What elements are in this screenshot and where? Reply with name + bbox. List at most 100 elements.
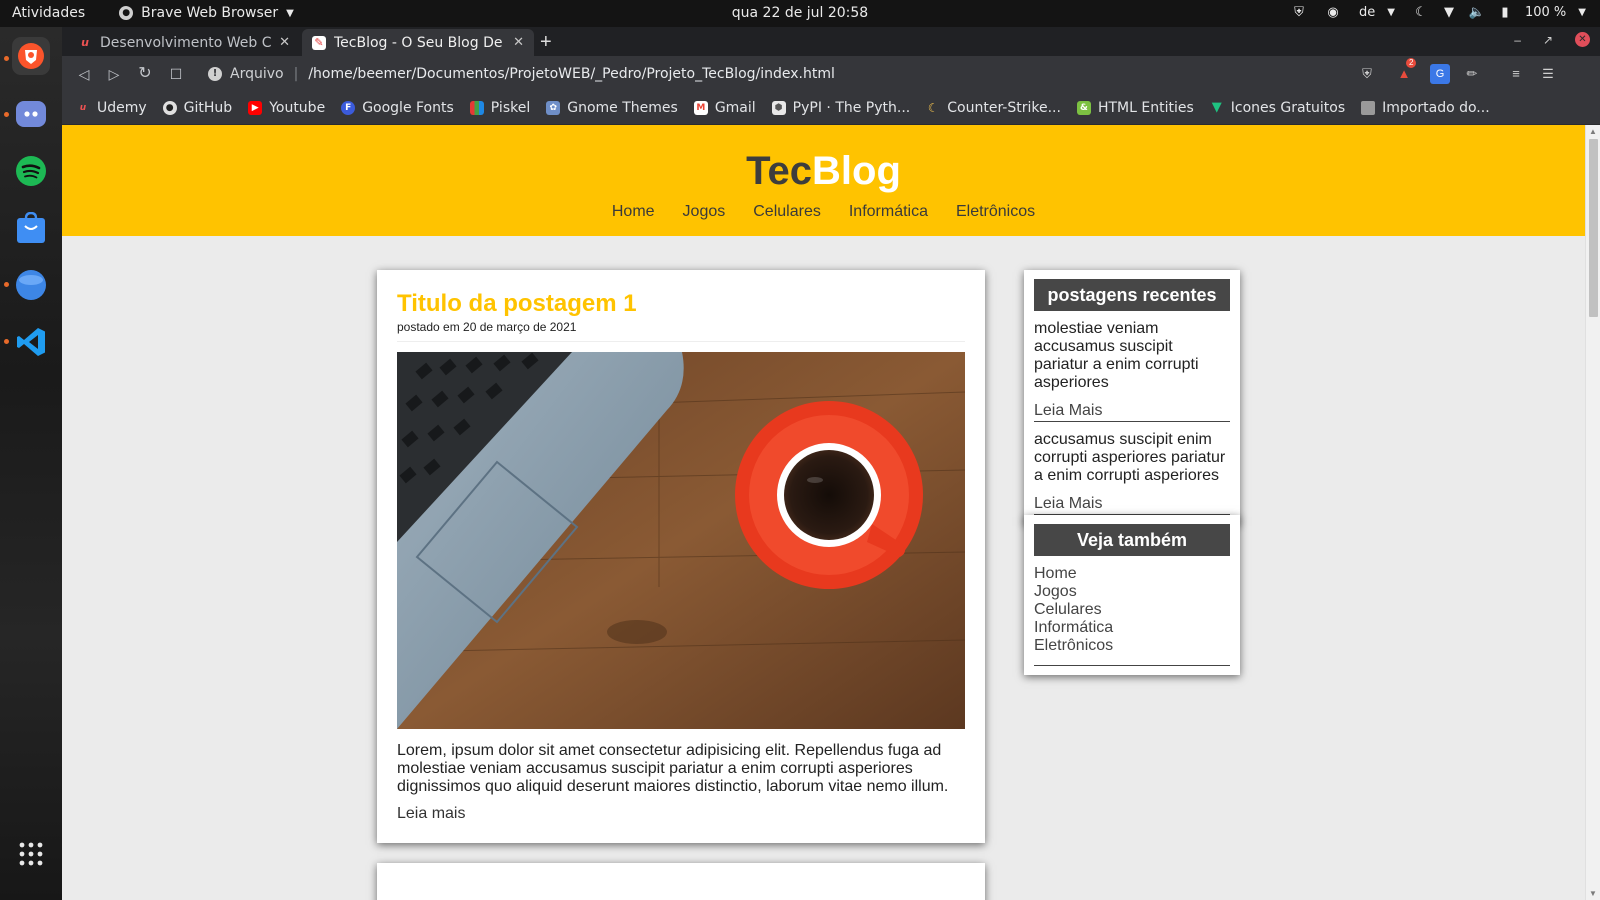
discord-tray-icon[interactable]: ◉ <box>1325 4 1341 20</box>
shield-tray-icon[interactable]: ⛨ <box>1291 4 1307 20</box>
keyboard-layout-menu[interactable]: de ▼ <box>1359 5 1395 20</box>
brave-rewards-icon[interactable]: ▲ 2 <box>1394 58 1417 84</box>
bookmark-item[interactable]: u Udemy <box>76 100 147 116</box>
counter-strike-icon: ☾ <box>927 101 939 115</box>
see-also-widget: Veja também Home Jogos Celulares Informá… <box>1024 515 1240 675</box>
back-button[interactable]: ◁ <box>74 64 94 84</box>
recent-post-read-more[interactable]: Leia Mais <box>1034 402 1230 422</box>
discord-icon[interactable] <box>12 95 50 133</box>
brave-icon[interactable] <box>12 37 50 75</box>
app-menu[interactable]: ● Brave Web Browser ▼ <box>119 5 294 21</box>
nav-link-informatica[interactable]: Informática <box>849 203 928 221</box>
night-light-icon: ☾ <box>1415 4 1427 20</box>
tab-udemy[interactable]: u Desenvolvimento Web Com ✕ <box>68 29 300 56</box>
battery-label: 100 % <box>1524 4 1567 20</box>
recent-post-excerpt: molestiae veniam accusamus suscipit pari… <box>1034 320 1199 391</box>
scroll-up-icon[interactable]: ▲ <box>1589 127 1597 136</box>
bookmark-label: Piskel <box>490 100 531 116</box>
html-entities-icon: & <box>1076 101 1091 115</box>
activities-button[interactable]: Atividades <box>12 5 85 21</box>
brave-shields-icon[interactable]: ⛨ <box>1357 64 1377 84</box>
nav-link-eletronicos[interactable]: Eletrônicos <box>956 203 1035 221</box>
running-indicator <box>4 112 9 117</box>
maximize-button[interactable]: ↗ <box>1543 33 1553 47</box>
new-tab-button[interactable]: + <box>540 31 552 54</box>
udemy-icon: u <box>79 103 87 113</box>
running-indicator <box>4 56 9 61</box>
menu-icon[interactable]: ☰ <box>1538 64 1558 84</box>
chevron-down-icon: ▼ <box>286 7 294 19</box>
spotify-icon[interactable] <box>12 152 50 190</box>
bookmark-folder[interactable]: Importado do... <box>1361 100 1490 116</box>
nav-link-celulares[interactable]: Celulares <box>753 203 821 221</box>
window-close-button[interactable]: ✕ <box>1575 32 1590 47</box>
files-icon[interactable] <box>12 266 50 304</box>
window-controls: – ↗ ✕ <box>1514 32 1590 47</box>
bookmark-label: PyPI · The Pyth... <box>792 100 911 116</box>
running-indicator <box>4 282 9 287</box>
battery-icon: ▮ <box>1501 4 1509 20</box>
browser-toolbar: ◁ ▷ ↻ ☐ ! Arquivo | /home/beemer/Documen… <box>62 56 1600 92</box>
gmail-icon: M <box>693 101 708 115</box>
folder-icon <box>1361 101 1376 115</box>
browser-window: u Desenvolvimento Web Com ✕ ✎ TecBlog - … <box>62 27 1600 900</box>
bookmark-item[interactable]: ● GitHub <box>162 100 232 116</box>
see-also-link-home[interactable]: Home <box>1034 565 1230 583</box>
forward-button[interactable]: ▷ <box>104 64 124 84</box>
see-also-link-informatica[interactable]: Informática <box>1034 619 1230 637</box>
see-also-link-jogos[interactable]: Jogos <box>1034 583 1230 601</box>
logo-part-2: Blog <box>812 149 901 193</box>
app-grid-icon[interactable] <box>12 835 50 873</box>
nav-link-home[interactable]: Home <box>612 203 655 221</box>
minimize-button[interactable]: – <box>1514 33 1521 47</box>
bookmark-label: Youtube <box>269 100 326 116</box>
recent-post-read-more[interactable]: Leia Mais <box>1034 495 1230 515</box>
bookmark-item[interactable]: F Google Fonts <box>341 100 454 116</box>
tab-tecblog[interactable]: ✎ TecBlog - O Seu Blog De tec ✕ <box>302 29 534 56</box>
tab-title: TecBlog - O Seu Blog De tec <box>334 34 505 51</box>
bookmark-item[interactable]: ✿ Gnome Themes <box>546 100 678 116</box>
translate-icon[interactable]: G <box>1430 64 1450 84</box>
clock[interactable]: qua 22 de jul 20:58 <box>732 5 868 21</box>
extension-icon[interactable]: ✏ <box>1462 64 1482 84</box>
bookmark-item[interactable]: Piskel <box>469 100 531 116</box>
gnome-themes-icon: ✿ <box>546 101 561 115</box>
software-store-icon[interactable] <box>12 209 50 247</box>
recent-posts-widget: postagens recentes molestiae veniam accu… <box>1024 270 1240 524</box>
page-scrollbar[interactable]: ▲ ▼ <box>1585 125 1600 900</box>
bookmark-item[interactable]: ▶ Youtube <box>248 100 325 116</box>
widget-heading: Veja também <box>1034 524 1230 556</box>
volume-icon: 🔈 <box>1468 4 1486 20</box>
playlist-icon[interactable]: ≡ <box>1506 64 1526 84</box>
system-status-menu[interactable]: ☾ ▼ 🔈 ▮ 100 % ▼ <box>1413 4 1586 20</box>
see-also-link-eletronicos[interactable]: Eletrônicos <box>1034 637 1230 655</box>
tab-strip: u Desenvolvimento Web Com ✕ ✎ TecBlog - … <box>62 27 1600 56</box>
youtube-icon: ▶ <box>248 101 263 115</box>
scrollbar-thumb[interactable] <box>1589 139 1598 317</box>
read-more-link[interactable]: Leia mais <box>397 805 465 823</box>
site-nav: Home Jogos Celulares Informática Eletrôn… <box>62 203 1585 221</box>
post-image <box>397 352 965 729</box>
bookmark-item[interactable]: ⬢ PyPI · The Pyth... <box>771 100 911 116</box>
tab-title: Desenvolvimento Web Com <box>100 34 272 51</box>
close-icon[interactable]: ✕ <box>513 35 524 50</box>
bookmark-item[interactable]: ☾ Counter-Strike... <box>926 100 1061 116</box>
vscode-icon[interactable] <box>12 323 50 361</box>
post-title[interactable]: Titulo da postagem 1 <box>397 290 637 318</box>
close-icon[interactable]: ✕ <box>279 35 290 50</box>
bookmark-label: Icones Gratuitos <box>1230 100 1346 116</box>
bookmark-item[interactable]: M Gmail <box>693 100 756 116</box>
bookmark-label: Gnome Themes <box>567 100 678 116</box>
scroll-down-icon[interactable]: ▼ <box>1589 889 1597 898</box>
bookmark-item[interactable]: ▼ Icones Gratuitos <box>1210 100 1345 116</box>
github-icon: ● <box>162 101 177 115</box>
reload-button[interactable]: ↻ <box>135 64 155 84</box>
url-text[interactable]: /home/beemer/Documentos/ProjetoWEB/_Pedr… <box>308 66 835 82</box>
bookmark-item[interactable]: & HTML Entities <box>1076 100 1194 116</box>
address-bar[interactable]: ! Arquivo | /home/beemer/Documentos/Proj… <box>202 60 1427 88</box>
site-logo[interactable]: TecBlog <box>62 149 1585 194</box>
bookmark-button[interactable]: ☐ <box>166 64 186 84</box>
see-also-link-celulares[interactable]: Celulares <box>1034 601 1230 619</box>
info-icon[interactable]: ! <box>208 67 222 81</box>
nav-link-jogos[interactable]: Jogos <box>683 203 726 221</box>
